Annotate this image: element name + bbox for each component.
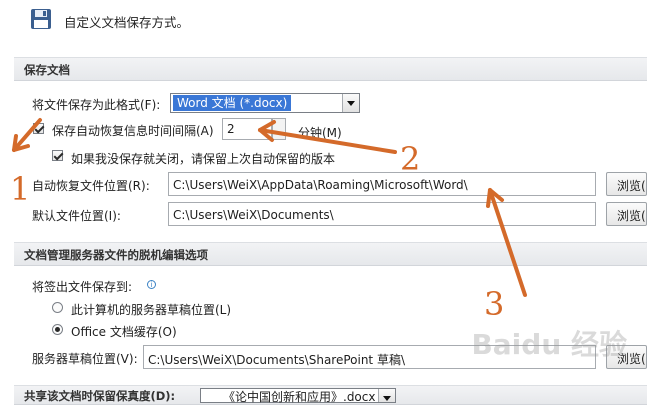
annotation-number-3: 3 bbox=[484, 285, 505, 323]
annotation-number-1: 1 bbox=[10, 170, 31, 208]
annotation-number-2: 2 bbox=[400, 140, 421, 178]
annotation-arrows bbox=[12, 118, 527, 297]
